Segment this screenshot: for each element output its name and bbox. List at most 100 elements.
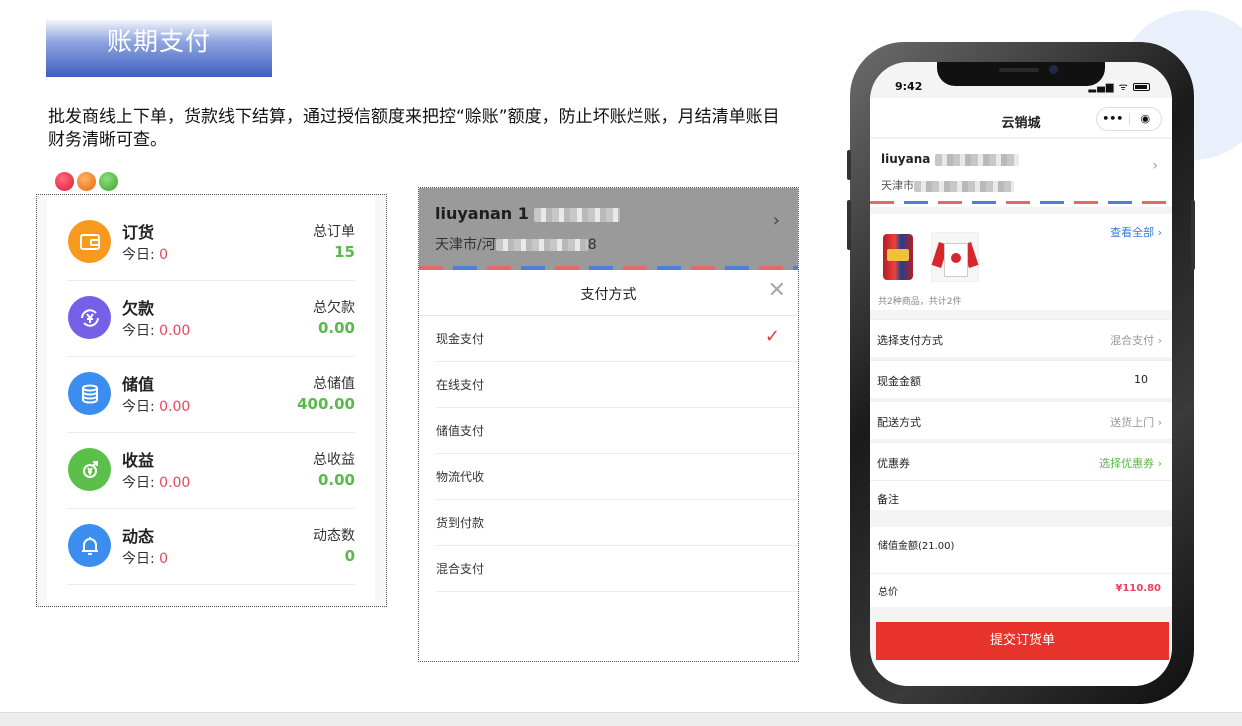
row-label: 选择支付方式	[877, 334, 943, 347]
stat-total-value: 15	[334, 243, 355, 261]
goods-count: 共2种商品，共计2件	[878, 297, 962, 307]
product-can-thumbnail[interactable]	[883, 234, 913, 280]
row-cash-amount[interactable]: 现金金额 10	[870, 360, 1172, 398]
address-stripe	[419, 266, 798, 270]
more-icon[interactable]: •••	[1097, 108, 1129, 130]
feature-description: 批发商线上下单，货款线下结算，通过授信额度来把控“赊账”额度，防止坏账烂账，月结…	[48, 107, 780, 150]
pay-option-cash[interactable]: 现金支付 ✓	[419, 316, 798, 362]
phone-side-button	[1191, 200, 1195, 270]
address-card[interactable]: liuyanan 1 天津市/河 8 ›	[419, 188, 798, 270]
pay-option-logistics[interactable]: 物流代收	[419, 454, 798, 500]
stat-today: 今日: 0.00	[122, 399, 191, 415]
customer-address: 天津市/河 8	[435, 237, 597, 253]
customer-name: liuyanan 1	[435, 204, 621, 223]
stat-total-value: 400.00	[297, 395, 355, 413]
yuan-collect-icon	[68, 448, 111, 491]
pay-option-cod[interactable]: 货到付款	[419, 500, 798, 546]
stat-today-value: 0.00	[159, 323, 191, 339]
stat-total-value: 0.00	[317, 319, 355, 337]
total-label: 总价	[878, 587, 898, 598]
stored-amount: 储值金额(21.00)	[878, 541, 955, 552]
phone-screen: 9:42 ▂▄▆ ᯤ 云销城 ••• ◉ liuyana 天津市 › 查看全部 …	[870, 62, 1172, 686]
stat-total-value: 0.00	[317, 471, 355, 489]
row-delivery[interactable]: 配送方式 送货上门 ›	[870, 401, 1172, 439]
stats-list: 订货 今日: 0 总订单 15 欠款 今日: 0.00 总欠款 0.00 储值 …	[47, 197, 375, 603]
stat-row-orders[interactable]: 订货 今日: 0 总订单 15	[47, 205, 375, 281]
stat-name: 储值	[122, 375, 155, 394]
row-coupon[interactable]: 优惠券 选择优惠券 ›	[870, 442, 1172, 480]
stat-name: 动态	[122, 527, 155, 546]
stat-row-debt[interactable]: 欠款 今日: 0.00 总欠款 0.00	[47, 281, 375, 357]
row-value: 选择优惠券 ›	[1099, 457, 1162, 470]
stat-today: 今日: 0.00	[122, 475, 191, 491]
bottom-scrollbar	[0, 712, 1242, 726]
row-label: 备注	[877, 493, 899, 506]
stat-total-label: 总储值	[313, 376, 355, 392]
stat-today: 今日: 0	[122, 247, 169, 263]
pay-option-label: 现金支付	[436, 332, 485, 346]
order-summary: 储值金额(21.00) 总价 ¥110.80	[870, 527, 1172, 607]
row-payment-method[interactable]: 选择支付方式 混合支付 ›	[870, 319, 1172, 357]
row-value: 混合支付 ›	[1110, 334, 1162, 347]
status-icons: ▂▄▆ ᯤ	[1088, 79, 1150, 93]
battery-icon	[1133, 83, 1150, 91]
green-dot-icon	[99, 172, 118, 191]
mini-program-header: 云销城 ••• ◉	[870, 98, 1172, 138]
row-label: 优惠券	[877, 457, 910, 470]
submit-order-button[interactable]: 提交订货单	[876, 622, 1169, 660]
wallet-icon	[68, 220, 111, 263]
window-dots	[55, 172, 118, 191]
phone-notch	[937, 62, 1105, 86]
goods-section: 查看全部 › 共2种商品，共计2件	[870, 214, 1172, 310]
coins-stack-icon	[68, 372, 111, 415]
address-stripe	[870, 201, 1172, 204]
row-label: 配送方式	[877, 416, 921, 429]
pay-option-stored[interactable]: 储值支付	[419, 408, 798, 454]
red-dot-icon	[55, 172, 74, 191]
target-icon[interactable]: ◉	[1130, 108, 1162, 130]
stat-total-label: 总欠款	[313, 300, 355, 316]
pay-option-label: 物流代收	[436, 470, 485, 484]
pay-option-online[interactable]: 在线支付	[419, 362, 798, 408]
bell-icon	[68, 524, 111, 567]
stat-today-value: 0	[159, 551, 169, 567]
chevron-right-icon: ›	[1152, 158, 1158, 174]
cash-amount-input[interactable]: 10	[1134, 373, 1148, 386]
phone-address-card[interactable]: liuyana 天津市 ›	[870, 139, 1172, 207]
row-remarks[interactable]: 备注	[870, 480, 1172, 510]
close-icon[interactable]: ✕	[768, 280, 786, 302]
chevron-right-icon: ›	[772, 210, 780, 231]
stat-today: 今日: 0	[122, 551, 169, 567]
stat-total-value: 0	[344, 547, 355, 565]
stat-row-stored[interactable]: 储值 今日: 0.00 总储值 400.00	[47, 357, 375, 433]
stats-panel: 订货 今日: 0 总订单 15 欠款 今日: 0.00 总欠款 0.00 储值 …	[36, 194, 387, 607]
stat-name: 欠款	[122, 299, 155, 318]
product-shirt-thumbnail[interactable]	[931, 232, 979, 282]
address-city: 天津市	[881, 177, 1014, 193]
pay-option-label: 在线支付	[436, 378, 485, 392]
pay-option-label: 储值支付	[436, 424, 485, 438]
check-icon: ✓	[764, 326, 780, 347]
signal-wifi-icon: ▂▄▆ ᯤ	[1088, 82, 1129, 93]
orange-dot-icon	[77, 172, 96, 191]
stat-row-activity[interactable]: 动态 今日: 0 动态数 0	[47, 509, 375, 585]
stat-name: 收益	[122, 451, 155, 470]
pay-option-label: 货到付款	[436, 516, 485, 530]
stat-row-income[interactable]: 收益 今日: 0.00 总收益 0.00	[47, 433, 375, 509]
page-title: 账期支付	[46, 20, 272, 77]
phone-side-button	[847, 150, 851, 180]
row-value: 送货上门 ›	[1110, 416, 1162, 429]
pay-option-mixed[interactable]: 混合支付	[419, 546, 798, 592]
tab-bar	[870, 660, 1172, 686]
status-time: 9:42	[895, 80, 923, 93]
view-all-link[interactable]: 查看全部 ›	[1110, 224, 1162, 240]
phone-side-button	[847, 200, 851, 250]
payment-method-panel: liuyanan 1 天津市/河 8 › 支付方式 ✕ 现金支付 ✓ 在线支付 储…	[418, 187, 799, 662]
address-name: liuyana	[881, 152, 1019, 166]
stat-total-label: 动态数	[313, 528, 355, 544]
yuan-cycle-icon	[68, 296, 111, 339]
sheet-title: 支付方式	[580, 287, 637, 303]
stat-today-value: 0.00	[159, 475, 191, 491]
row-label: 现金金额	[877, 375, 921, 388]
mini-program-capsule: ••• ◉	[1096, 107, 1162, 131]
